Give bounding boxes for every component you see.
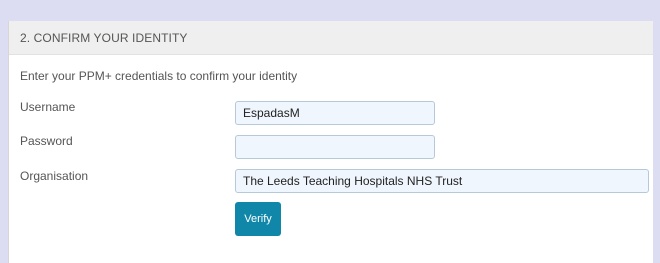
panel-header: 2. CONFIRM YOUR IDENTITY xyxy=(9,21,653,55)
username-label: Username xyxy=(20,100,76,114)
organisation-label: Organisation xyxy=(20,169,89,183)
identity-panel: 2. CONFIRM YOUR IDENTITY Enter your PPM+… xyxy=(8,21,653,263)
verify-button[interactable]: Verify xyxy=(235,202,281,236)
section-title: 2. CONFIRM YOUR IDENTITY xyxy=(20,30,188,45)
organisation-input[interactable] xyxy=(235,169,649,193)
username-input[interactable] xyxy=(235,101,435,125)
password-input[interactable] xyxy=(235,135,435,159)
intro-text: Enter your PPM+ credentials to confirm y… xyxy=(20,69,298,83)
password-label: Password xyxy=(20,134,73,148)
